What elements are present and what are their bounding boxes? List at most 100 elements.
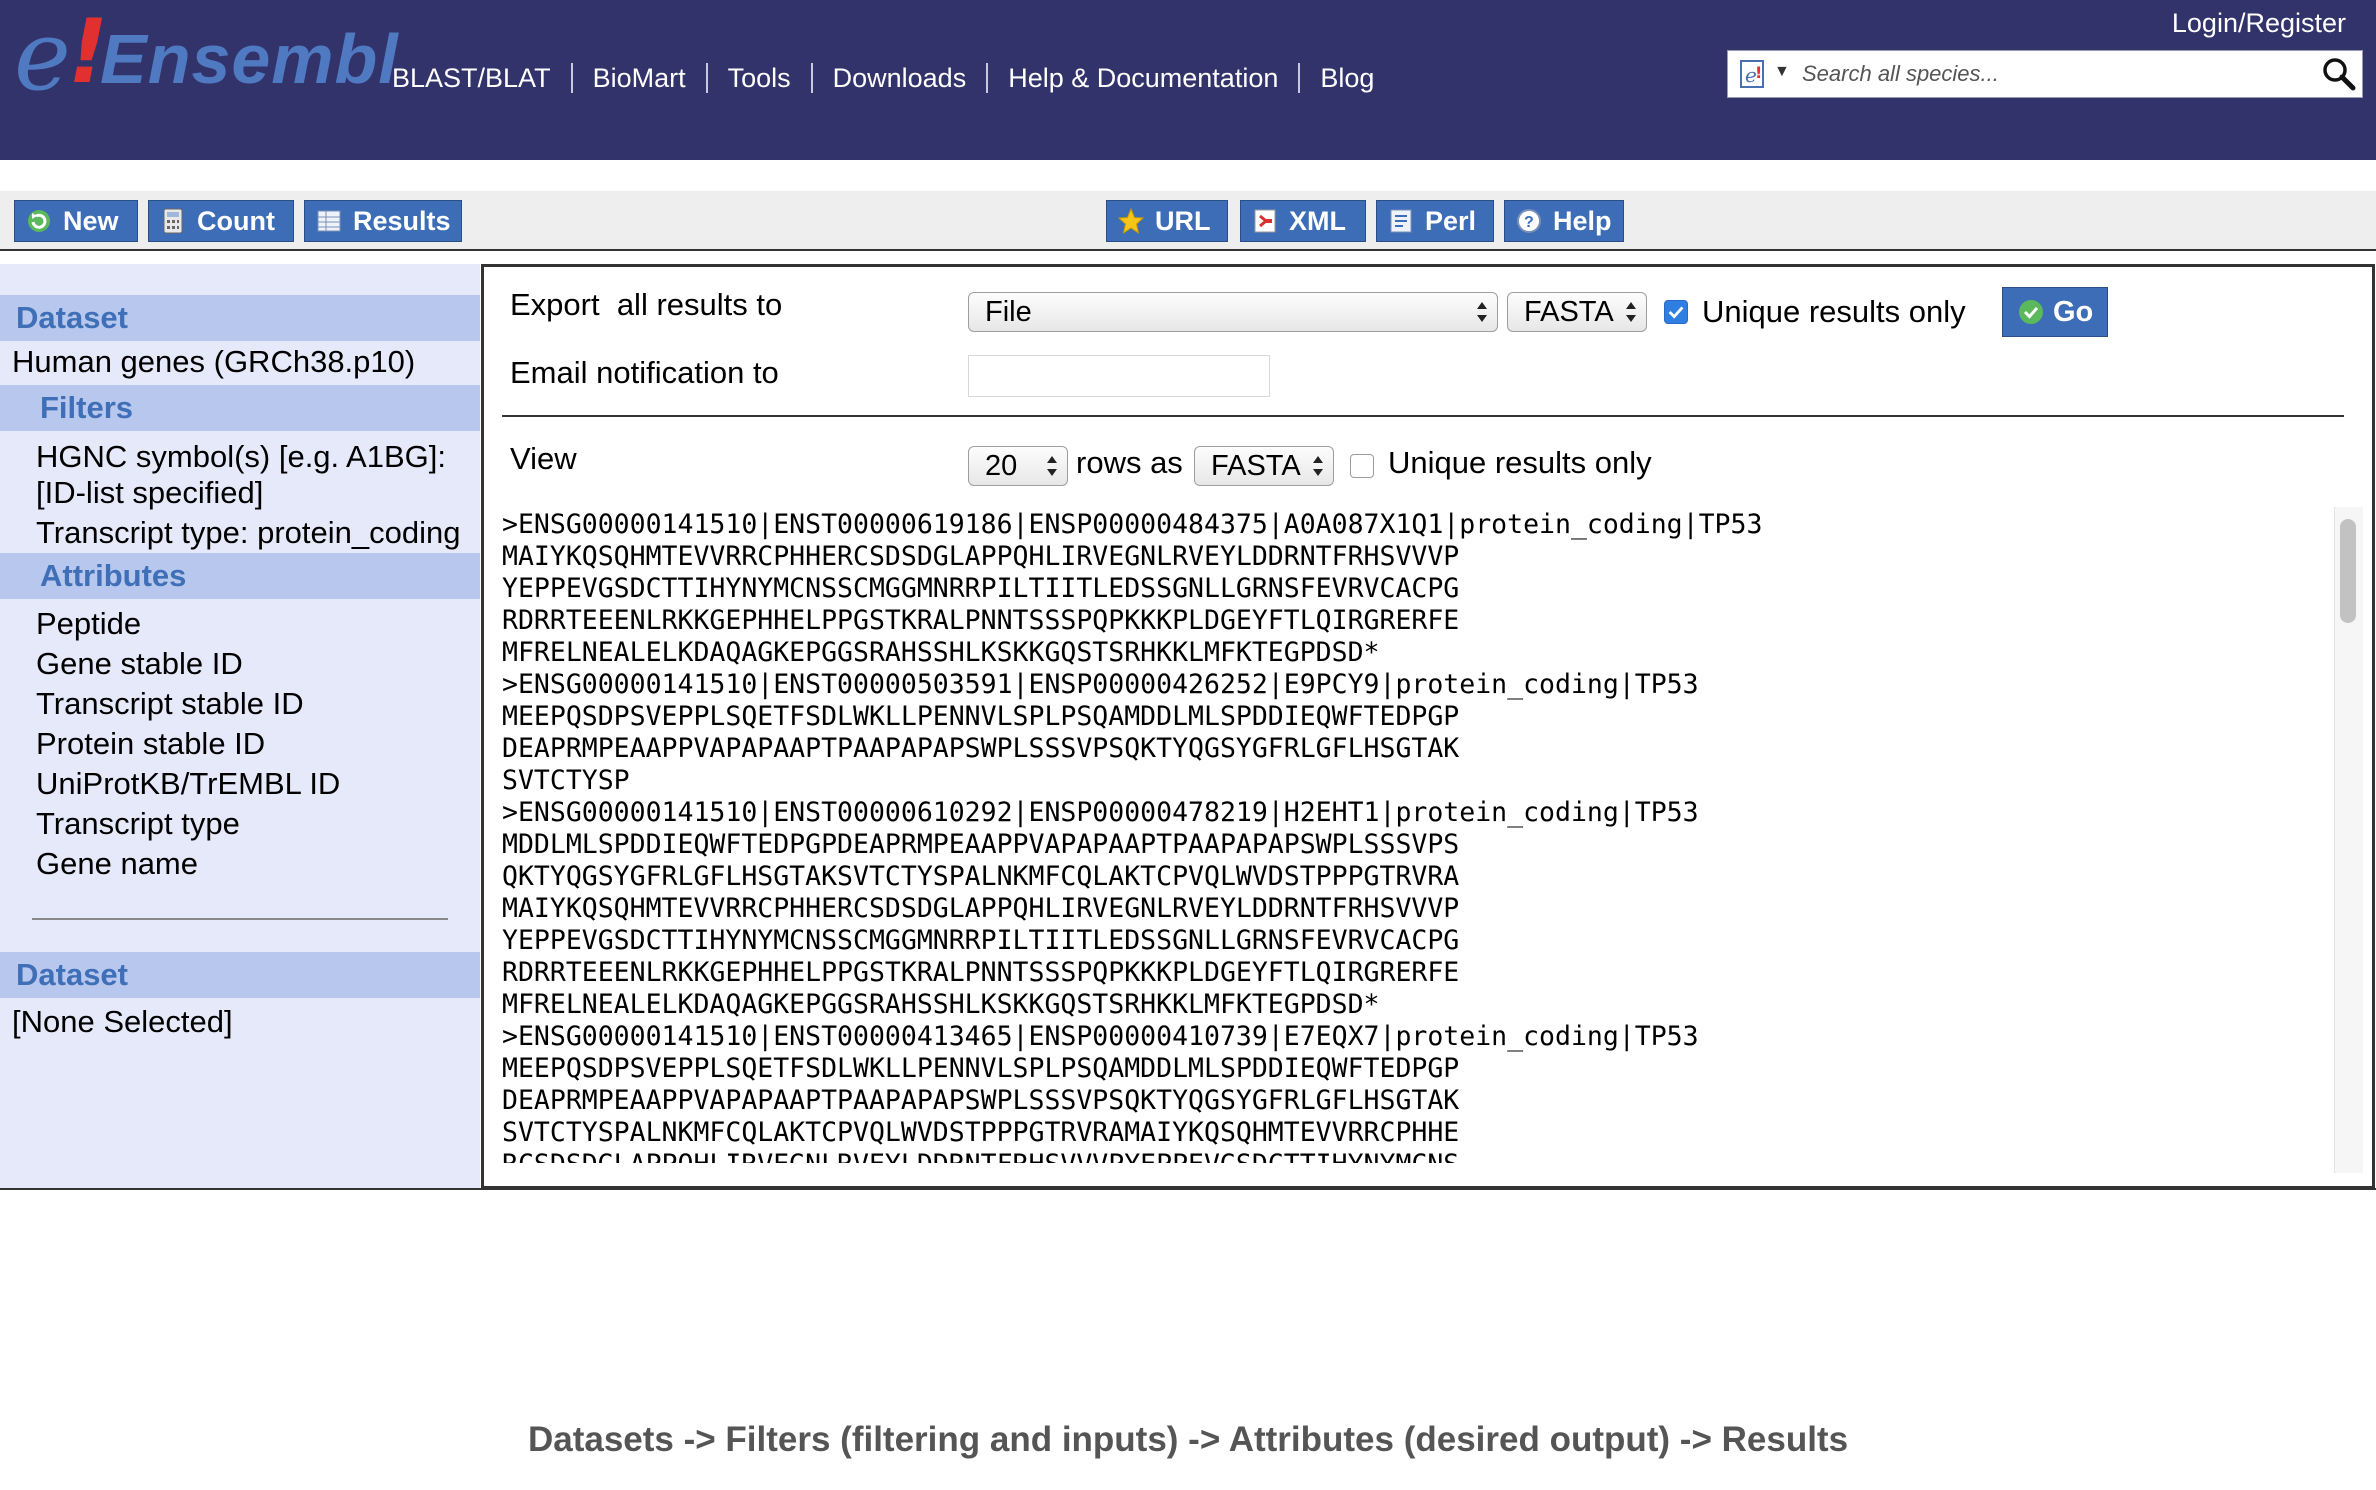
logo-wordmark: Ensembl: [100, 20, 399, 98]
perl-label: Perl: [1425, 205, 1477, 236]
sequence-line: MEEPQSDPSVEPPLSQETFSDLWKLLPENNVLSPLPSQAM…: [502, 1053, 1460, 1084]
select-arrows-icon: [1477, 302, 1487, 322]
search-input[interactable]: Search all species...: [1802, 51, 1999, 97]
sidebar-attribute-item: Peptide: [36, 606, 142, 641]
sequence-line: RDRRTEEENLRKKGEPHHELPPGSTKRALPNNTSSSPQPK…: [502, 605, 1460, 636]
nav-help-documentation[interactable]: Help & Documentation: [988, 58, 1298, 98]
go-label: Go: [2053, 295, 2094, 328]
email-field[interactable]: [968, 355, 1270, 397]
nav-blog[interactable]: Blog: [1300, 58, 1394, 98]
species-search[interactable]: e ! ▼ Search all species...: [1727, 50, 2363, 98]
masthead: e ! Ensembl BLAST/BLAT BioMart Tools Dow…: [0, 0, 2376, 160]
export-unique-label: Unique results only: [1702, 294, 1966, 329]
sequence-line: >ENSG00000141510|ENST00000503591|ENSP000…: [502, 669, 1699, 700]
logo-e: e: [14, 0, 71, 112]
select-arrows-icon: [1626, 302, 1636, 322]
sequence-line: SVTCTYSP: [502, 765, 630, 796]
sidebar-filter-item: Transcript type: protein_coding: [36, 515, 461, 550]
sequence-line: YEPPEVGSDCTTIHYNYMCNSSCMGGMNRRPILTIITLED…: [502, 925, 1460, 956]
login-register-link[interactable]: Login/Register: [2172, 8, 2346, 39]
svg-text:!: !: [1755, 63, 1762, 82]
new-button[interactable]: New: [14, 200, 138, 242]
results-preview[interactable]: >ENSG00000141510|ENST00000619186|ENSP000…: [502, 509, 2332, 1163]
sequence-line: SVTCTYSPALNKMFCQLAKTCPVQLWVDSTPPPGTRVRAM…: [502, 1117, 1460, 1148]
panel-divider: [502, 415, 2344, 417]
nav-blast[interactable]: BLAST/BLAT: [392, 58, 571, 98]
view-rows-select[interactable]: 20: [968, 446, 1068, 486]
view-unique-checkbox[interactable]: [1350, 454, 1374, 478]
select-arrows-icon: [1047, 456, 1057, 476]
sequence-line: MDDLMLSPDDIEQWFTEDPGPDEAPRMPEAAPPVAPAPAA…: [502, 829, 1460, 860]
table-icon: [317, 210, 341, 232]
sequence-line: QKTYQGSYGFRLGFLHSGTAKSVTCTYSPALNKMFCQLAK…: [502, 861, 1460, 892]
sequence-line: RCSDSDGLAPPQHLIRVEGNLRVEYLDDRNTFRHSVVVPY…: [502, 1149, 2332, 1163]
url-label: URL: [1155, 205, 1211, 236]
biomart-toolbar: New Count Results URL XML Perl ? Help: [0, 191, 2376, 251]
count-button[interactable]: Count: [148, 200, 294, 242]
view-format-select[interactable]: FASTA: [1194, 446, 1334, 486]
sidebar-attribute-item: Protein stable ID: [36, 726, 266, 761]
sequence-line: MFRELNEALELKDAQAGKEPGGSRAHSSHLKSKKGQSTSR…: [502, 637, 1380, 668]
xml-label: XML: [1289, 205, 1346, 236]
results-scrollbar-thumb[interactable]: [2340, 519, 2356, 623]
sequence-line: >ENSG00000141510|ENST00000413465|ENSP000…: [502, 1021, 1699, 1052]
sidebar-filters-heading[interactable]: Filters: [0, 385, 480, 431]
export-format-select[interactable]: FASTA: [1507, 292, 1647, 332]
perl-button[interactable]: Perl: [1376, 200, 1494, 242]
calculator-icon: [163, 208, 183, 234]
sequence-line: RDRRTEEENLRKKGEPHHELPPGSTKRALPNNTSSSPQPK…: [502, 957, 1460, 988]
export-format-value: FASTA: [1524, 296, 1614, 328]
sidebar-attribute-item: UniProtKB/TrEMBL ID: [36, 766, 341, 801]
sequence-line: MFRELNEALELKDAQAGKEPGGSRAHSSHLKSKKGQSTSR…: [502, 989, 1380, 1020]
new-label: New: [63, 205, 119, 236]
results-button[interactable]: Results: [304, 200, 462, 242]
view-rows-value: 20: [985, 450, 1018, 482]
workflow-caption: Datasets -> Filters (filtering and input…: [527, 1420, 1849, 1459]
sidebar-dataset-heading[interactable]: Dataset: [0, 295, 480, 341]
sidebar-attribute-item: Gene stable ID: [36, 646, 243, 681]
export-label: Export all results to: [510, 287, 783, 322]
sidebar-dataset2-value[interactable]: [None Selected]: [12, 1002, 233, 1042]
sequence-line: >ENSG00000141510|ENST00000619186|ENSP000…: [502, 509, 1763, 540]
help-button[interactable]: ? Help: [1504, 200, 1624, 242]
sidebar-dataset2-heading[interactable]: Dataset: [0, 952, 480, 998]
rows-as-label: rows as: [1076, 445, 1183, 480]
view-label: View: [510, 441, 577, 476]
view-format-value: FASTA: [1211, 450, 1301, 482]
svg-text:?: ?: [1524, 214, 1534, 231]
sequence-line: YEPPEVGSDCTTIHYNYMCNSSCMGGMNRRPILTIITLED…: [502, 573, 1460, 604]
sequence-line: MAIYKQSQHMTEVVRRCPHHERCSDSDGLAPPQHLIRVEG…: [502, 541, 1460, 572]
sidebar-divider: [32, 918, 448, 920]
refresh-icon: [28, 210, 50, 232]
count-label: Count: [197, 205, 275, 236]
url-button[interactable]: URL: [1106, 200, 1228, 242]
sidebar-attributes-heading[interactable]: Attributes: [0, 553, 480, 599]
sidebar-attribute-item: Transcript type: [36, 806, 240, 841]
sequence-line: DEAPRMPEAAPPVAPAPAAPTPAAPAPAPSWPLSSSVPSQ…: [502, 733, 1460, 764]
export-destination-select[interactable]: File: [968, 292, 1498, 332]
sidebar-attribute-item: Transcript stable ID: [36, 686, 304, 721]
sidebar-filter-item: HGNC symbol(s) [e.g. A1BG]:: [36, 439, 446, 474]
select-arrows-icon: [1313, 456, 1323, 476]
export-unique-checkbox[interactable]: [1664, 300, 1688, 324]
page-divider: [0, 1188, 2376, 1190]
checkmark-icon: [1668, 306, 1684, 319]
top-nav: BLAST/BLAT BioMart Tools Downloads Help …: [392, 58, 1394, 98]
nav-biomart[interactable]: BioMart: [573, 58, 706, 98]
nav-downloads[interactable]: Downloads: [813, 58, 987, 98]
ensembl-logo[interactable]: e ! Ensembl: [8, 0, 398, 112]
go-button[interactable]: Go: [2002, 287, 2108, 337]
sidebar-dataset-value[interactable]: Human genes (GRCh38.p10): [12, 342, 415, 382]
xml-button[interactable]: XML: [1240, 200, 1366, 242]
sidebar-attribute-item: Gene name: [36, 846, 198, 881]
sidebar-filter-item: [ID-list specified]: [36, 475, 264, 510]
star-icon: [1117, 207, 1145, 235]
results-label: Results: [353, 205, 451, 236]
search-icon[interactable]: [2322, 57, 2356, 91]
script-icon: [1390, 209, 1412, 233]
nav-tools[interactable]: Tools: [708, 58, 811, 98]
chevron-down-icon[interactable]: ▼: [1774, 63, 1790, 81]
species-selector-icon[interactable]: e !: [1738, 58, 1768, 90]
results-panel: Export all results to File FASTA Unique …: [481, 264, 2375, 1189]
help-icon: ?: [1517, 209, 1541, 233]
